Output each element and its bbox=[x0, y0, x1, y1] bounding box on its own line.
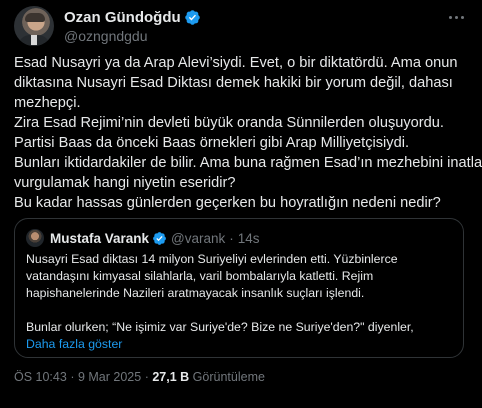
tweet-footer: ÖS 10:43 · 9 Mar 2025 · 27,1 B Görüntüle… bbox=[14, 370, 265, 384]
quoted-text-line: Nusayri Esad diktası 14 milyon Suriyeliy… bbox=[26, 252, 398, 266]
views-count: 27,1 B bbox=[152, 370, 190, 384]
tweet-text: Esad Nusayri ya da Arap Alevi’siydi. Eve… bbox=[14, 53, 482, 213]
show-more-link[interactable]: Daha fazla göster bbox=[26, 336, 458, 353]
separator-dot: · bbox=[144, 370, 149, 384]
verified-badge-icon bbox=[152, 231, 167, 246]
quoted-tweet-text: Nusayri Esad diktası 14 milyon Suriyeliy… bbox=[26, 251, 458, 353]
tweet-text-line: mezhepçi. bbox=[14, 95, 81, 111]
quoted-text-line: Bunlar olurken; “Ne işimiz var Suriye'de… bbox=[26, 320, 414, 334]
tweet-text-line: vurgulamak hangi niyetin eseridir? bbox=[14, 175, 236, 191]
separator-dot: · bbox=[70, 370, 75, 384]
tweet-text-line: Partisi Baas da önceki Baas örnekleri gi… bbox=[14, 135, 410, 151]
quoted-tweet-time: 14s bbox=[237, 230, 260, 246]
quoted-tweet-header: Mustafa Varank @varank · 14s bbox=[26, 229, 260, 247]
author-display-name[interactable]: Ozan Gündoğdu bbox=[64, 9, 181, 26]
tweet-header: Ozan Gündoğdu @ozngndgdu bbox=[14, 6, 472, 46]
verified-badge-icon[interactable] bbox=[184, 9, 201, 26]
tweet-text-line: Esad Nusayri ya da Arap Alevi’siydi. Eve… bbox=[14, 55, 458, 71]
tweet-text-line: diktasına Nusayri Esad Diktası demek hak… bbox=[14, 75, 453, 91]
tweet-date[interactable]: 9 Mar 2025 bbox=[78, 370, 141, 384]
quoted-tweet[interactable]: Mustafa Varank @varank · 14s Nusayri Esa… bbox=[14, 218, 464, 358]
author-avatar[interactable] bbox=[14, 6, 54, 46]
author-names: Ozan Gündoğdu @ozngndgdu bbox=[64, 8, 201, 44]
quoted-author-handle: @varank bbox=[171, 230, 226, 246]
separator-dot: · bbox=[229, 230, 234, 246]
views-label: Görüntüleme bbox=[192, 370, 265, 384]
tweet-time[interactable]: ÖS 10:43 bbox=[14, 370, 67, 384]
tweet-text-line: Zira Esad Rejimi’nin devleti büyük orand… bbox=[14, 115, 444, 131]
quoted-text-line: hapishanelerinde Nazileri aratmayacak in… bbox=[26, 286, 365, 300]
quoted-text-line: vatandaşını kimyasal silahlarla, varil b… bbox=[26, 269, 374, 283]
quoted-author-avatar bbox=[26, 229, 44, 247]
more-options-icon[interactable] bbox=[446, 10, 466, 24]
author-handle[interactable]: @ozngndgdu bbox=[64, 28, 201, 44]
tweet: Ozan Gündoğdu @ozngndgdu Esad Nusayri ya… bbox=[0, 0, 482, 408]
quoted-author-display-name: Mustafa Varank bbox=[50, 230, 150, 246]
tweet-text-line: Bu kadar hassas günlerden geçerken bu ho… bbox=[14, 195, 441, 211]
tweet-text-line: Bunları iktidardakiler de bilir. Ama bun… bbox=[14, 155, 482, 171]
